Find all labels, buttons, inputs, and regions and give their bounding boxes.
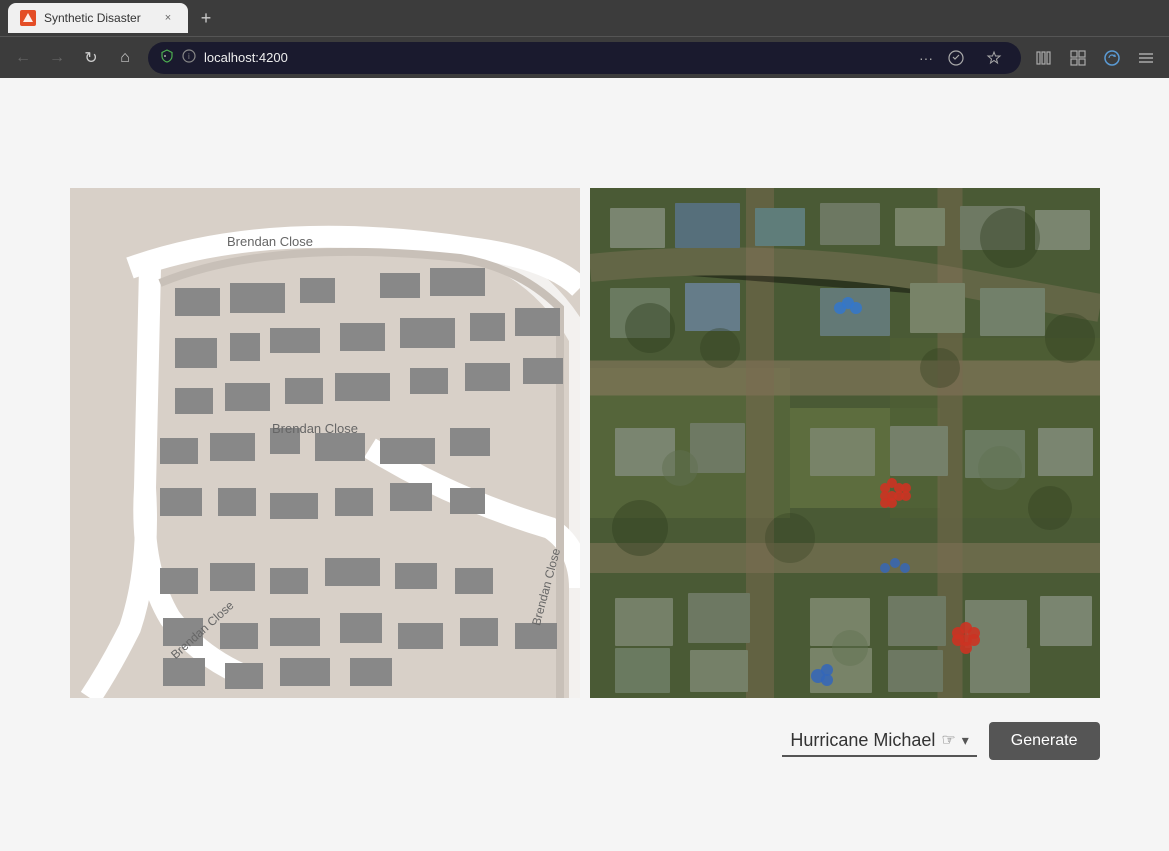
shield-icon xyxy=(160,49,174,66)
street-map: Brendan Close Brendan Close Brendan Clos… xyxy=(70,188,580,698)
tab-favicon xyxy=(20,10,36,26)
menu-icon[interactable] xyxy=(1131,43,1161,73)
svg-text:i: i xyxy=(188,52,190,61)
sync-icon[interactable] xyxy=(1097,43,1127,73)
cursor-icon: ☞ xyxy=(941,730,955,750)
home-button[interactable]: ⌂ xyxy=(110,43,140,73)
library-icon[interactable] xyxy=(1029,43,1059,73)
new-tab-button[interactable]: + xyxy=(192,4,220,32)
address-bar[interactable]: i localhost:4200 ··· xyxy=(148,42,1021,74)
satellite-map xyxy=(590,188,1100,698)
page-content: Brendan Close Brendan Close Brendan Clos… xyxy=(0,78,1169,851)
tab-bar: Synthetic Disaster × + xyxy=(0,0,1169,36)
refresh-button[interactable]: ↻ xyxy=(76,43,106,73)
back-button[interactable]: ← xyxy=(8,43,38,73)
maps-container: Brendan Close Brendan Close Brendan Clos… xyxy=(70,188,1100,698)
generate-button[interactable]: Generate xyxy=(989,722,1100,760)
address-menu-button[interactable]: ··· xyxy=(919,50,933,66)
svg-text:Brendan Close: Brendan Close xyxy=(272,421,358,436)
browser-tab[interactable]: Synthetic Disaster × xyxy=(8,3,188,33)
navigation-toolbar: ← → ↻ ⌂ i localhost:4200 ··· xyxy=(0,36,1169,78)
tab-close-button[interactable]: × xyxy=(160,10,176,26)
bookmark-icon[interactable] xyxy=(979,43,1009,73)
forward-button[interactable]: → xyxy=(42,43,72,73)
dropdown-chevron-icon: ▾ xyxy=(962,732,969,749)
info-icon: i xyxy=(182,49,196,66)
disaster-name-text: Hurricane Michael xyxy=(790,730,935,751)
address-text: localhost:4200 xyxy=(204,50,911,65)
browser-chrome: Synthetic Disaster × + ← → ↻ ⌂ i xyxy=(0,0,1169,78)
pocket-icon[interactable] xyxy=(941,43,971,73)
controls-area: Hurricane Michael ☞ ▾ Generate xyxy=(70,722,1100,760)
layout-icon[interactable] xyxy=(1063,43,1093,73)
tab-title: Synthetic Disaster xyxy=(44,11,152,25)
svg-text:Brendan Close: Brendan Close xyxy=(227,234,313,249)
toolbar-icons xyxy=(1029,43,1161,73)
disaster-dropdown[interactable]: Hurricane Michael ☞ ▾ xyxy=(782,726,976,757)
